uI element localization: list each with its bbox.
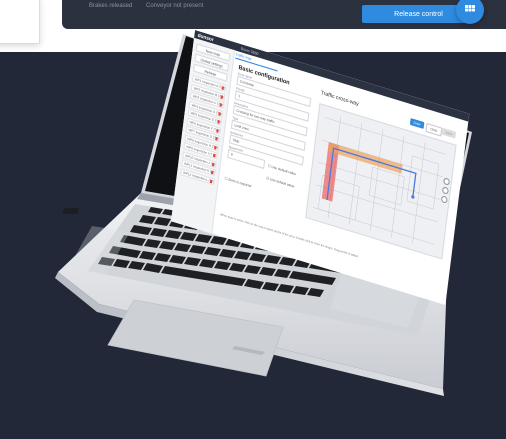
flag-icon (210, 170, 213, 175)
zone-required-checkbox[interactable]: ☐ Zone is required (224, 176, 251, 189)
checkbox-label: Use default value (271, 164, 297, 177)
flag-icon (209, 178, 212, 183)
flag-icon (218, 102, 222, 107)
flag-icon (212, 153, 216, 158)
draw-button[interactable]: Draw (409, 118, 425, 129)
flag-icon (211, 161, 214, 166)
flag-icon (220, 85, 224, 90)
flag-icon (215, 128, 219, 133)
checkbox-label: Zone is required (228, 176, 252, 189)
flag-icon (214, 136, 218, 141)
flag-icon (217, 111, 221, 116)
checkbox-label: Use default value (269, 176, 295, 189)
default-value-checkbox[interactable]: ☑ Use default value (266, 176, 295, 189)
save-button[interactable]: Save (441, 127, 457, 139)
flag-icon (216, 119, 220, 124)
flag-icon (219, 94, 223, 99)
default-value-checkbox[interactable]: ☐ Use default value (268, 163, 297, 176)
flag-icon (213, 145, 217, 150)
clear-button[interactable]: Clear (425, 122, 443, 137)
